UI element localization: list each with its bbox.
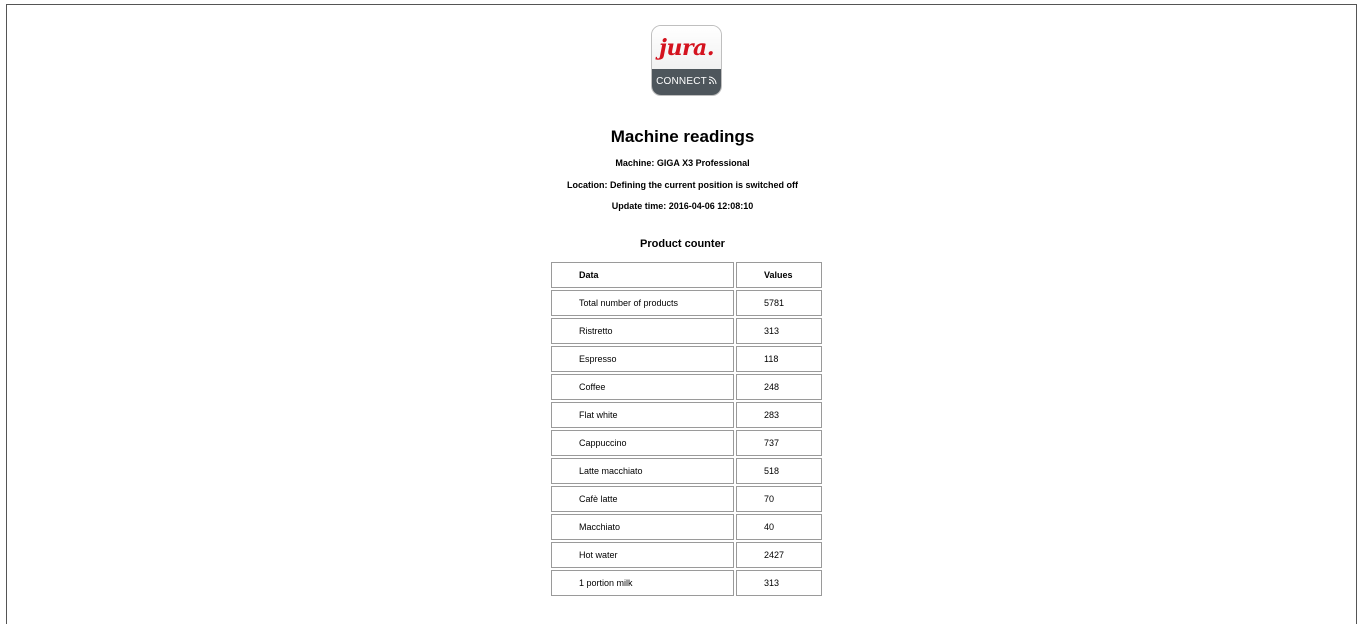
logo-connect-band: CONNECT (652, 69, 721, 95)
column-header-data: Data (551, 262, 734, 288)
row-value: 283 (736, 402, 822, 428)
table-row: Total number of products 5781 (551, 290, 822, 316)
row-label: Ristretto (551, 318, 734, 344)
update-time-info: Update time: 2016-04-06 12:08:10 (611, 201, 754, 211)
table-header-row: Data Values (551, 262, 822, 288)
row-value: 70 (736, 486, 822, 512)
table-row: Espresso 118 (551, 346, 822, 372)
table-row: Coffee 248 (551, 374, 822, 400)
logo-brand-text: jura. (659, 35, 714, 61)
row-label: Hot water (551, 542, 734, 568)
table-row: Cappuccino 737 (551, 430, 822, 456)
machine-info: Machine: GIGA X3 Professional (615, 158, 750, 168)
table-row: Latte macchiato 518 (551, 458, 822, 484)
product-counter-title: Product counter (640, 238, 725, 250)
logo-connect-label: CONNECT (656, 76, 707, 87)
table-row: Flat white 283 (551, 402, 822, 428)
row-label: 1 portion milk (551, 570, 734, 596)
table-row: 1 portion milk 313 (551, 570, 822, 596)
logo-brand-word: jura (659, 35, 707, 61)
row-label: Flat white (551, 402, 734, 428)
row-label: Espresso (551, 346, 734, 372)
wifi-icon (708, 76, 717, 85)
row-value: 248 (736, 374, 822, 400)
row-value: 2427 (736, 542, 822, 568)
table-row: Macchiato 40 (551, 514, 822, 540)
row-label: Cappuccino (551, 430, 734, 456)
row-value: 313 (736, 318, 822, 344)
row-value: 40 (736, 514, 822, 540)
row-value: 313 (736, 570, 822, 596)
logo-top-panel: jura. (652, 26, 721, 69)
jura-connect-logo: jura. CONNECT (651, 25, 722, 96)
row-label: Macchiato (551, 514, 734, 540)
row-label: Total number of products (551, 290, 734, 316)
table-row: Hot water 2427 (551, 542, 822, 568)
table-row: Ristretto 313 (551, 318, 822, 344)
row-value: 737 (736, 430, 822, 456)
page-title: Machine readings (610, 127, 755, 146)
product-counter-table: Data Values Total number of products 578… (549, 260, 824, 598)
row-label: Coffee (551, 374, 734, 400)
column-header-values: Values (736, 262, 822, 288)
row-label: Latte macchiato (551, 458, 734, 484)
row-value: 518 (736, 458, 822, 484)
location-info: Location: Defining the current position … (566, 180, 798, 190)
row-value: 5781 (736, 290, 822, 316)
row-label: Cafè latte (551, 486, 734, 512)
table-row: Cafè latte 70 (551, 486, 822, 512)
row-value: 118 (736, 346, 822, 372)
